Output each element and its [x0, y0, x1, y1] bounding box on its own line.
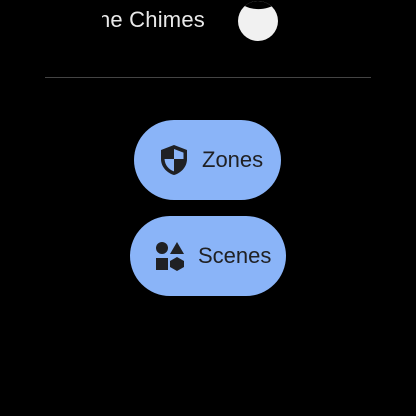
shapes-icon — [154, 240, 186, 272]
scenes-label: Scenes — [198, 243, 272, 268]
zones-button[interactable]: Zones — [134, 120, 281, 200]
chimes-setting-row[interactable]: ne Chimes — [0, 0, 416, 44]
zones-label: Zones — [202, 147, 264, 172]
watch-screen: ne Chimes Zones Scenes — [0, 0, 416, 416]
chimes-label: ne Chimes — [98, 7, 205, 32]
scenes-button[interactable]: Scenes — [130, 216, 286, 296]
shield-icon — [158, 144, 190, 176]
divider — [45, 77, 371, 78]
chimes-toggle[interactable] — [238, 1, 278, 41]
